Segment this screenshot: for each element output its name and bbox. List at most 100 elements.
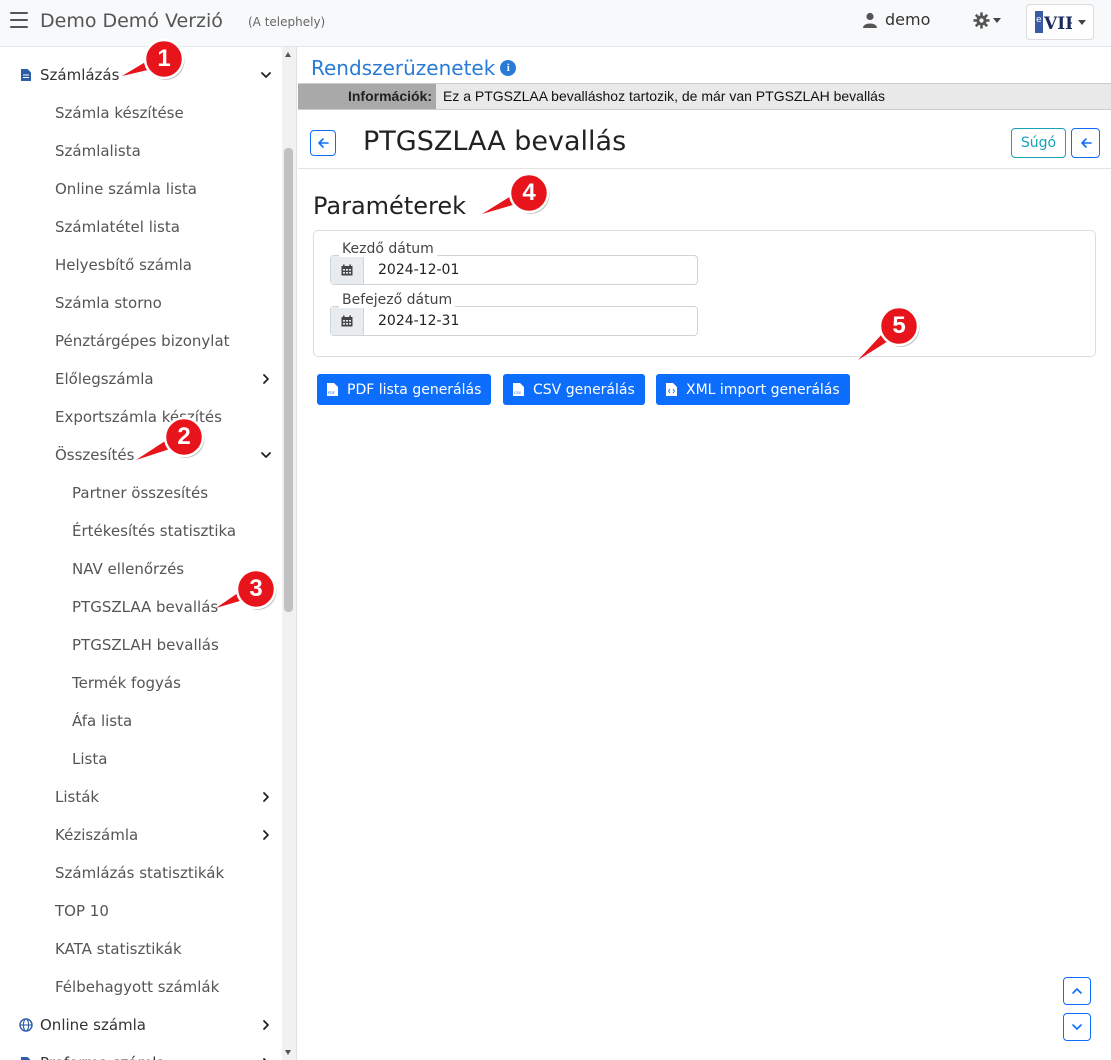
chevron-right-icon[interactable] [260, 791, 272, 803]
scroll-down-arrow-icon[interactable] [285, 1050, 291, 1055]
back-button-right[interactable] [1071, 128, 1100, 158]
sidebar-item-szamla-keszitese[interactable]: Számla készítése [0, 94, 282, 132]
start-date-field[interactable]: 2024-12-01 [330, 255, 698, 285]
calendar-icon[interactable] [331, 256, 364, 284]
scroll-up-arrow-icon[interactable] [285, 52, 291, 57]
sidebar-item-ptgszlah-bevallas[interactable]: PTGSZLAH bevallás [0, 626, 282, 664]
sidebar-item-ertekesites-statisztika[interactable]: Értékesítés statisztika [0, 512, 282, 550]
annotation-badge-number: 1 [157, 45, 171, 72]
annotation-badge-number: 2 [177, 423, 191, 450]
chevron-down-icon [1078, 19, 1086, 25]
sidebar-item-szamlalista[interactable]: Számlalista [0, 132, 282, 170]
user-icon [863, 12, 877, 28]
sidebar-item-online-szamla-lista[interactable]: Online számla lista [0, 170, 282, 208]
chevron-down-icon [1072, 1024, 1082, 1031]
sidebar-scrollbar-thumb[interactable] [284, 148, 293, 612]
sidebar-item-termek-fogyas[interactable]: Termék fogyás [0, 664, 282, 702]
sidebar-item-label: Előlegszámla [55, 370, 154, 388]
svg-text:PDF: PDF [328, 391, 335, 395]
pdf-generate-button[interactable]: PDF PDF lista generálás [317, 374, 492, 405]
csv-file-icon: CSV [513, 383, 524, 396]
info-message-bar: Információk: Ez a PTGSZLAA bevalláshoz t… [298, 83, 1111, 110]
sidebar-item-szamla-storno[interactable]: Számla storno [0, 284, 282, 322]
sidebar-item-online-szamla[interactable]: Online számla [0, 1006, 282, 1044]
app-switcher-button[interactable]: e VIR [1026, 4, 1094, 40]
sidebar-item-label: Pénztárgépes bizonylat [55, 332, 230, 350]
xml-generate-label: XML import generálás [686, 381, 840, 398]
user-menu[interactable]: demo [862, 10, 930, 29]
sidebar-item-proforma-szamla[interactable]: Proforma számla [0, 1044, 282, 1060]
user-name: demo [885, 10, 931, 29]
scroll-bottom-button[interactable] [1063, 1013, 1091, 1041]
sidebar-item-listak[interactable]: Listák [0, 778, 282, 816]
chevron-down-icon[interactable] [260, 69, 272, 81]
start-date-value: 2024-12-01 [378, 262, 460, 278]
document-icon [21, 69, 31, 81]
sidebar-item-label: NAV ellenőrzés [72, 560, 185, 578]
params-title: Paraméterek [313, 192, 466, 220]
info-text: Ez a PTGSZLAA bevalláshoz tartozik, de m… [443, 88, 885, 104]
chevron-right-icon[interactable] [260, 1019, 272, 1031]
sidebar-item-label: Online számla [40, 1016, 147, 1034]
svg-text:CSV: CSV [514, 391, 522, 395]
chevron-down-icon[interactable] [260, 449, 272, 461]
hamburger-menu-icon[interactable] [10, 12, 28, 28]
sidebar: Számlázás Számla készítése Számlalista Onli… [0, 47, 282, 1060]
sidebar-item-label: Kéziszámla [55, 826, 139, 844]
chevron-right-icon[interactable] [260, 373, 272, 385]
sidebar-item-felbehagyott-szamlak[interactable]: Félbehagyott számlák [0, 968, 282, 1006]
info-icon[interactable]: i [500, 60, 517, 76]
sidebar-item-label: Számlalista [55, 142, 141, 160]
sidebar-item-label: Helyesbítő számla [55, 256, 192, 274]
sidebar-item-szamlatetel-lista[interactable]: Számlatétel lista [0, 208, 282, 246]
pdf-generate-label: PDF lista generálás [347, 381, 482, 398]
sidebar-item-label: Listák [55, 788, 100, 806]
chevron-right-icon[interactable] [260, 829, 272, 841]
sidebar-item-label: Áfa lista [72, 712, 133, 730]
location-label: (A telephely) [248, 15, 326, 29]
end-date-value: 2024-12-31 [378, 313, 460, 329]
csv-generate-button[interactable]: CSV CSV generálás [503, 374, 645, 405]
annotation-badge-number: 3 [249, 575, 263, 602]
system-messages-label: Rendszerüzenetek [311, 56, 496, 80]
sidebar-item-label: Termék fogyás [72, 674, 181, 692]
end-date-field[interactable]: 2024-12-31 [330, 306, 698, 336]
chevron-up-icon [1072, 987, 1082, 994]
sidebar-item-afa-lista[interactable]: Áfa lista [0, 702, 282, 740]
arrow-left-icon [1080, 138, 1092, 148]
evir-logo-icon: e VIR [1034, 9, 1072, 35]
annotation-badge-2: 2 [136, 414, 207, 460]
sidebar-item-osszesites[interactable]: Összesítés [0, 436, 282, 474]
page-title: PTGSZLAA bevallás [363, 126, 627, 157]
sidebar-item-penztargepes-bizonylat[interactable]: Pénztárgépes bizonylat [0, 322, 282, 360]
sidebar-divider [296, 47, 297, 1060]
sidebar-item-kata-statisztikak[interactable]: KATA statisztikák [0, 930, 282, 968]
document-icon [21, 1057, 31, 1060]
annotation-badge-number: 4 [522, 179, 536, 206]
end-date-label: Befejező dátum [339, 292, 456, 308]
sidebar-item-elolegszamla[interactable]: Előlegszámla [0, 360, 282, 398]
annotation-badge-4: 4 [482, 170, 552, 216]
calendar-icon[interactable] [331, 307, 364, 335]
start-date-label: Kezdő dátum [339, 241, 437, 257]
scroll-top-button[interactable] [1063, 977, 1091, 1005]
help-button[interactable]: Súgó [1011, 128, 1066, 158]
sidebar-item-top-10[interactable]: TOP 10 [0, 892, 282, 930]
sidebar-item-label: Proforma számla [40, 1054, 166, 1060]
settings-menu[interactable] [973, 12, 1001, 29]
sidebar-item-helyesbito-szamla[interactable]: Helyesbítő számla [0, 246, 282, 284]
back-button[interactable] [310, 130, 336, 156]
annotation-badge-number: 5 [892, 312, 906, 339]
sidebar-item-label: Félbehagyott számlák [55, 978, 220, 996]
csv-generate-label: CSV generálás [533, 381, 635, 398]
sidebar-item-keziszamla[interactable]: Kéziszámla [0, 816, 282, 854]
xml-generate-button[interactable]: XML import generálás [656, 374, 850, 405]
sidebar-item-exportszamla-keszites[interactable]: Exportszámla készítés [0, 398, 282, 436]
system-messages-title[interactable]: Rendszerüzenetek i [311, 56, 517, 80]
sidebar-item-label: Összesítés [55, 446, 135, 464]
sidebar-item-label: Online számla lista [55, 180, 197, 198]
sidebar-item-partner-osszesites[interactable]: Partner összesítés [0, 474, 282, 512]
sidebar-item-lista[interactable]: Lista [0, 740, 282, 778]
sidebar-item-szamlazas-statisztikak[interactable]: Számlázás statisztikák [0, 854, 282, 892]
info-label: Információk: [298, 84, 436, 109]
